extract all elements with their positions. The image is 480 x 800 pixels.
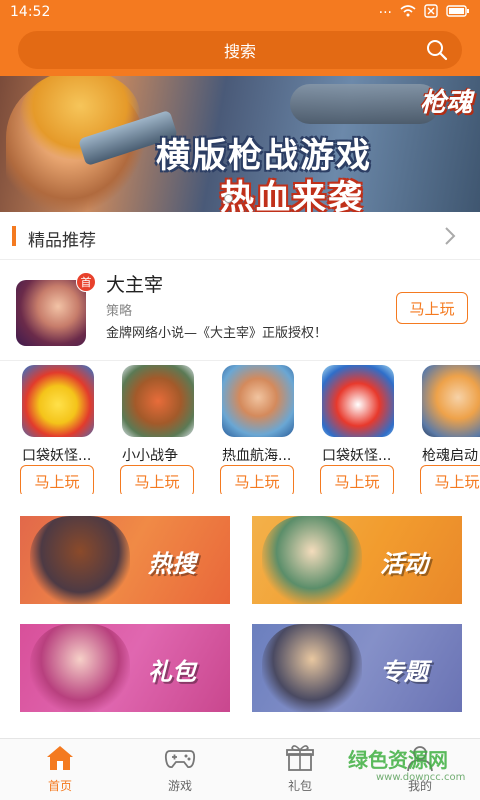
featured-game-category: 策略 [106, 304, 133, 319]
signal-dots-icon: ··· [378, 5, 392, 21]
recommend-section-header[interactable]: 精品推荐 [0, 212, 480, 260]
sim-x-icon [424, 4, 438, 22]
chevron-right-icon[interactable] [444, 226, 456, 246]
nav-games[interactable]: 游戏 [140, 743, 220, 794]
search-bar[interactable]: 搜索 [18, 31, 462, 69]
wifi-icon [400, 5, 416, 21]
game-icon-sailing[interactable] [222, 365, 294, 437]
game-name: 口袋妖怪... [22, 448, 92, 464]
tile-label: 专题 [380, 658, 428, 686]
nav-home[interactable]: 首页 [20, 743, 100, 794]
nav-label: 游戏 [167, 779, 192, 793]
banner-game-logo: 枪魂 [419, 88, 472, 118]
status-icons: ··· [379, 4, 470, 22]
tile-hot-search[interactable]: 热搜 [20, 516, 230, 604]
game-play-button[interactable]: 马上玩 [120, 465, 194, 494]
site-watermark: 绿色资源网 www.downcc.com [348, 744, 465, 783]
game-list: 口袋妖怪... 马上玩 小小战争 马上玩 热血航海... 马上玩 口袋妖怪...… [0, 360, 480, 494]
nav-label: 首页 [47, 779, 72, 793]
tile-art [262, 624, 362, 712]
watermark-text: 绿色资源网 [348, 748, 448, 772]
banner-page-indicator [224, 194, 233, 203]
search-icon[interactable] [426, 39, 448, 61]
game-icon-pokemon-2[interactable] [322, 365, 394, 437]
tile-events[interactable]: 活动 [252, 516, 462, 604]
app-header: 搜索 [0, 26, 480, 76]
featured-game[interactable]: 首 大主宰 策略 金牌网络小说—《大主宰》正版授权！ 马上玩 [0, 262, 480, 354]
gamepad-icon [164, 750, 196, 768]
featured-play-button[interactable]: 马上玩 [396, 292, 468, 324]
tile-label: 活动 [380, 550, 428, 578]
tile-gift-pack[interactable]: 礼包 [20, 624, 230, 712]
featured-game-name[interactable]: 大主宰 [106, 270, 163, 297]
tile-topics[interactable]: 专题 [252, 624, 462, 712]
featured-game-icon[interactable] [16, 280, 86, 346]
tile-art [30, 516, 130, 604]
status-bar: 14:52 ··· [0, 0, 480, 26]
nav-label: 礼包 [287, 779, 312, 793]
game-icon-pokemon[interactable] [22, 365, 94, 437]
tile-label: 礼包 [148, 658, 196, 686]
game-name: 小小战争 [122, 448, 178, 464]
gift-icon [286, 745, 314, 771]
first-release-badge: 首 [76, 272, 96, 292]
game-icon-small-war[interactable] [122, 365, 194, 437]
game-play-button[interactable]: 马上玩 [20, 465, 94, 494]
nav-gifts[interactable]: 礼包 [260, 743, 340, 794]
game-name: 口袋妖怪... [322, 448, 392, 464]
home-icon [47, 746, 73, 770]
promo-banner[interactable]: 枪魂 横版枪战游戏 热血来袭 [0, 76, 480, 212]
status-time: 14:52 [10, 4, 51, 20]
banner-helicopter-art [290, 84, 440, 124]
game-play-button[interactable]: 马上玩 [420, 465, 480, 494]
game-play-button[interactable]: 马上玩 [220, 465, 294, 494]
game-name: 枪魂启动 [422, 448, 478, 464]
battery-icon [446, 5, 470, 21]
featured-game-description: 金牌网络小说—《大主宰》正版授权！ [106, 326, 328, 341]
section-accent-bar [12, 226, 16, 246]
section-title: 精品推荐 [28, 231, 96, 251]
watermark-url: www.downcc.com [376, 772, 466, 783]
tile-label: 热搜 [148, 550, 196, 578]
banner-headline-2: 热血来袭 [220, 178, 364, 212]
game-play-button[interactable]: 马上玩 [320, 465, 394, 494]
game-name: 热血航海... [222, 448, 292, 464]
tile-art [262, 516, 362, 604]
tile-art [30, 624, 130, 712]
search-placeholder: 搜索 [223, 42, 256, 61]
game-icon-gun-soul[interactable] [422, 365, 480, 437]
